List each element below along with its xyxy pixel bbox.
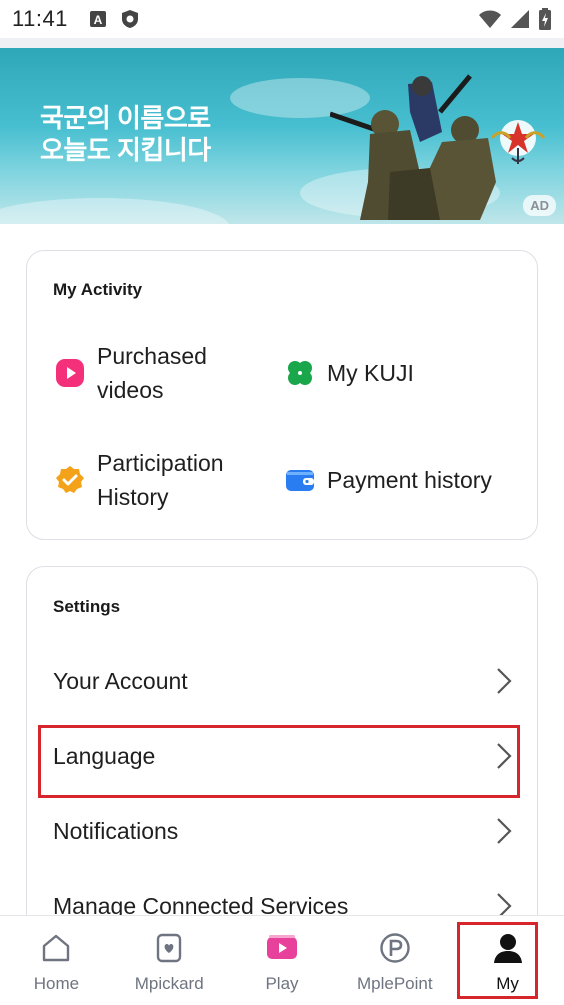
chevron-right-icon <box>497 668 512 694</box>
payment-history-label: Payment history <box>327 467 492 493</box>
signal-icon <box>511 10 529 28</box>
your-account-row[interactable]: Your Account <box>27 651 537 711</box>
purchased-videos-label: Purchased videos <box>97 343 207 403</box>
play-icon <box>56 359 84 387</box>
notifications-row[interactable]: Notifications <box>27 801 537 861</box>
tab-mplepoint-label: MplePoint <box>356 974 433 993</box>
status-right <box>478 8 552 30</box>
tab-mpickard[interactable]: Mpickard <box>113 916 226 1005</box>
banner-line-2: 오늘도 지킵니다 <box>40 135 211 165</box>
notifications-label: Notifications <box>53 817 179 844</box>
wifi-icon <box>479 10 501 28</box>
home-icon <box>43 934 70 962</box>
tab-play[interactable]: Play <box>226 916 339 1005</box>
payment-history-item[interactable]: Payment history <box>285 463 535 497</box>
wallet-icon <box>286 470 314 491</box>
purchased-videos-item[interactable]: Purchased videos <box>55 339 275 407</box>
my-kuji-item[interactable]: My KUJI <box>285 356 525 390</box>
check-badge-icon <box>56 466 84 493</box>
participation-history-label: Participation History <box>97 450 224 510</box>
tab-play-label: Play <box>265 974 299 993</box>
status-time: 11:41 <box>12 6 68 31</box>
military-emblem <box>490 120 546 164</box>
banner-line-1: 국군의 이름으로 <box>40 103 211 133</box>
status-bar: 11:41 A <box>0 0 564 38</box>
banner-text: 국군의 이름으로 오늘도 지킵니다 <box>40 102 211 166</box>
my-tab-highlight-box <box>457 922 538 999</box>
top-spacer <box>0 38 564 48</box>
tab-home[interactable]: Home <box>0 916 113 1005</box>
settings-title: Settings <box>53 597 121 616</box>
clover-icon <box>288 361 312 385</box>
autofill-icon: A <box>89 11 106 27</box>
my-kuji-label: My KUJI <box>327 360 414 386</box>
soldiers-illustration <box>330 74 496 220</box>
mpickard-icon <box>156 933 182 963</box>
language-highlight-box <box>38 725 520 798</box>
tab-mpickard-label: Mpickard <box>134 974 204 993</box>
my-activity-card: My Activity Purchased videos My KUJI Par… <box>26 250 538 540</box>
point-icon <box>380 933 410 963</box>
shield-status-icon <box>121 10 138 28</box>
participation-history-item[interactable]: Participation History <box>55 446 275 514</box>
play-tab-icon <box>266 935 297 959</box>
svg-text:A: A <box>94 13 103 27</box>
tab-mplepoint[interactable]: MplePoint <box>338 916 451 1005</box>
ad-banner[interactable]: 국군의 이름으로 오늘도 지킵니다 AD <box>0 48 564 224</box>
my-activity-title: My Activity <box>53 280 143 299</box>
your-account-label: Your Account <box>53 667 188 694</box>
ad-badge: AD <box>523 195 556 216</box>
battery-icon <box>539 8 551 30</box>
chevron-right-icon <box>497 818 512 844</box>
tab-home-label: Home <box>33 974 80 993</box>
